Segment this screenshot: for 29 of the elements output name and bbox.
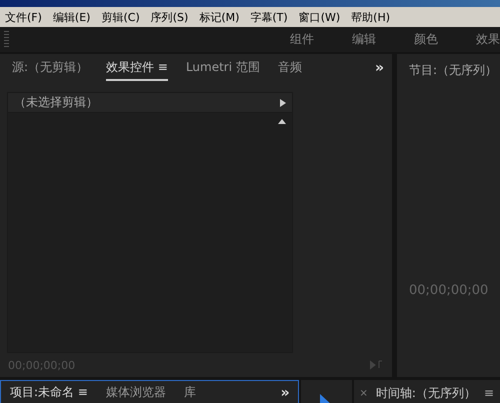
menu-item[interactable]: 帮助(H): [350, 10, 392, 24]
panel-tab[interactable]: 效果控件 ≡: [106, 55, 168, 81]
menu-button[interactable]: ≡: [484, 386, 494, 400]
panel-tab[interactable]: 项目:未命名 ≡: [10, 380, 88, 403]
clip-header: （未选择剪辑）: [14, 94, 99, 111]
overflow-button[interactable]: »: [280, 385, 290, 401]
panel-tab[interactable]: 媒体浏览器: [106, 380, 166, 403]
overflow-button[interactable]: »: [374, 60, 384, 76]
menu-item[interactable]: 窗口(W): [298, 10, 342, 24]
menu-item[interactable]: 文件(F): [4, 10, 43, 24]
triangle-icon[interactable]: [278, 119, 286, 124]
workspace-tab[interactable]: 效果: [476, 31, 500, 48]
panel-title: 节目:（无序列）: [409, 62, 498, 79]
panel-tab[interactable]: 库: [184, 380, 196, 403]
panel-title: 时间轴:（无序列）: [376, 384, 476, 402]
close-button[interactable]: ×: [360, 388, 368, 398]
panel-tab[interactable]: 源:（无剪辑）: [12, 55, 88, 81]
panel-tab[interactable]: 音频: [278, 55, 302, 81]
menu-item[interactable]: 编辑(E): [52, 10, 92, 24]
menu-item[interactable]: 剪辑(C): [100, 10, 141, 24]
menu-item[interactable]: 标记(M): [198, 10, 240, 24]
menu-item[interactable]: 字幕(T): [249, 10, 289, 24]
timecode: 00;00;00;00: [409, 283, 490, 298]
panel-tab[interactable]: Lumetri 范围: [186, 55, 260, 81]
expand-icon[interactable]: [280, 98, 286, 106]
menu-item[interactable]: 序列(S): [150, 10, 190, 24]
workspace-tab[interactable]: 颜色: [414, 31, 438, 48]
workspace-tab[interactable]: 编辑: [352, 31, 376, 48]
workspace-tab[interactable]: 组件: [290, 31, 314, 48]
